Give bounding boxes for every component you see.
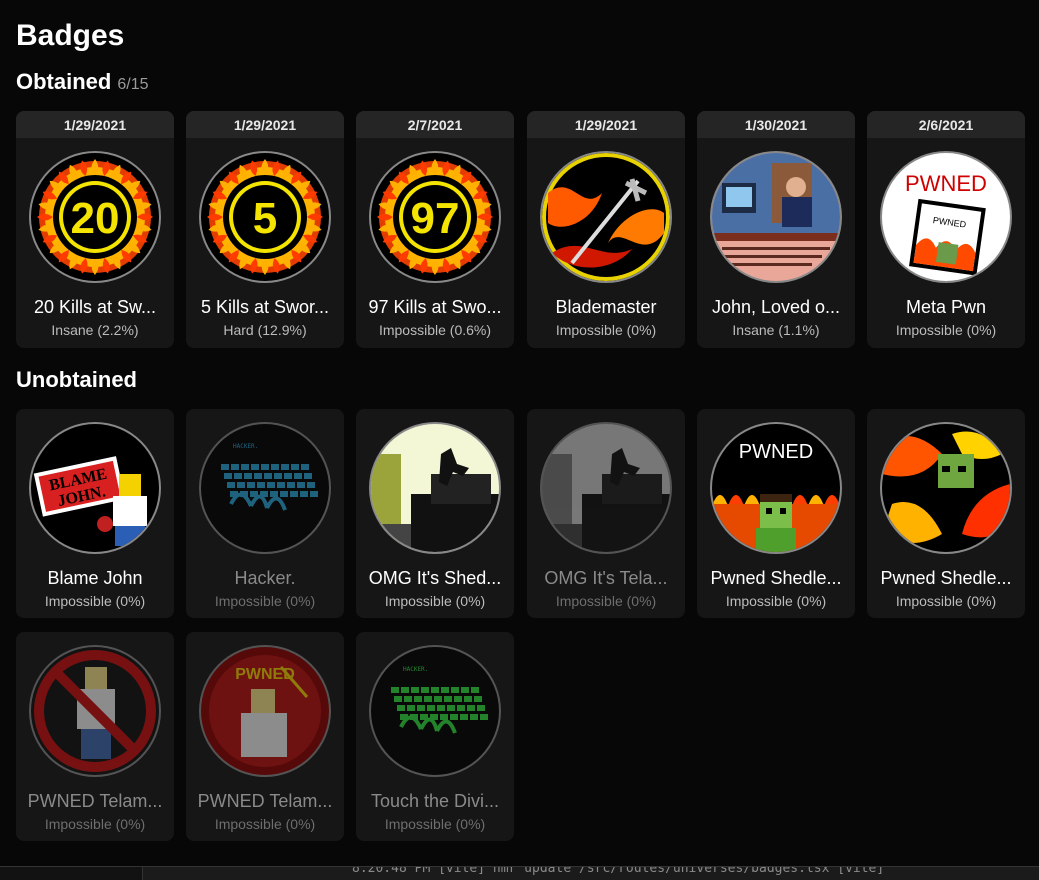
badge-name: Meta Pwn [905,297,987,317]
svg-text:97: 97 [411,194,460,243]
badge-date: 2/6/2021 [867,111,1025,138]
badge-date: 1/30/2021 [697,111,855,138]
badge-name: PWNED Telam... [27,791,163,811]
svg-text:PWNED: PWNED [905,171,987,196]
svg-text:HACKER.: HACKER. [233,443,258,450]
badge-rarity: Impossible (0%) [895,322,997,338]
badge-card[interactable]: Pwned Shedle... Impossible (0%) [867,409,1025,618]
badge-name: 5 Kills at Swor... [200,297,330,317]
no-chicken-icon [29,645,161,777]
blame-john-icon: BLAME JOHN. [29,422,161,554]
badge-card[interactable]: BLAME JOHN. Blame John Impossible (0%) [16,409,174,618]
badge-name: Pwned Shedle... [880,568,1012,588]
svg-text:HACKER.: HACKER. [403,666,428,673]
badge-name: Blademaster [555,297,657,317]
badge-card[interactable]: 1/29/2021 20 20 Kills at Sw... Insane (2.2… [16,111,174,348]
badge-card[interactable]: HACKER. Touch the Divi... Impossible (0%) [356,632,514,841]
hacker-blue-icon: HACKER. [199,422,331,554]
pwned-red-icon: PWNED [199,645,331,777]
building-jump-icon [369,422,501,554]
badge-card[interactable]: 1/29/2021 5 5 Kills at Swor... Hard (12.9%… [186,111,344,348]
svg-text:5: 5 [253,194,277,243]
badge-card[interactable]: PWNED Pwned Shedle... Impossible (0%) [697,409,855,618]
badge-rarity: Impossible (0%) [214,816,316,832]
badge-rarity: Impossible (0%) [214,593,316,609]
badge-rarity: Impossible (0%) [384,816,486,832]
badge-rarity: Impossible (0%) [384,593,486,609]
badge-name: John, Loved o... [711,297,841,317]
badge-rarity: Insane (2.2%) [51,322,139,338]
badge-rarity: Insane (1.1%) [732,322,820,338]
badge-name: Hacker. [234,568,296,588]
badge-card[interactable]: 2/7/2021 97 97 Kills at Swo... Impossible … [356,111,514,348]
badge-date: 1/29/2021 [16,111,174,138]
badge-rarity: Impossible (0%) [725,593,827,609]
terminal-strip: 8:20:48 PM [vite] hmr update /src/routes… [0,866,1039,880]
trading-card-icon [710,151,842,283]
hacker-green-icon: HACKER. [369,645,501,777]
badge-name: Pwned Shedle... [710,568,842,588]
badge-date: 1/29/2021 [527,111,685,138]
obtained-section-title: Obtained 6/15 [16,68,148,99]
obtained-label: Obtained [16,69,112,94]
badge-name: 20 Kills at Sw... [33,297,157,317]
svg-text:20: 20 [71,194,120,243]
badge-card[interactable]: HACKER. Hacker. Impossible (0%) [186,409,344,618]
terminal-log: 8:20:48 PM [vite] hmr update /src/routes… [352,866,885,876]
badge-card[interactable]: 1/29/2021 Blademaster Impossible (0%) [527,111,685,348]
page-title: Badges [16,19,125,52]
badge-name: 97 Kills at Swo... [368,297,502,317]
fire-ring-20-icon: 20 [29,151,161,283]
terminal-tab[interactable] [0,867,143,880]
badge-rarity: Impossible (0%) [44,816,146,832]
fire-zombie-icon [880,422,1012,554]
badge-name: OMG It's Tela... [544,568,668,588]
meta-pwned-icon: PWNED PWNED [880,151,1012,283]
badge-card[interactable]: OMG It's Shed... Impossible (0%) [356,409,514,618]
obtained-count: 6/15 [117,76,149,93]
badge-name: PWNED Telam... [197,791,333,811]
badge-rarity: Hard (12.9%) [223,322,307,338]
badge-rarity: Impossible (0%) [895,593,997,609]
svg-text:PWNED: PWNED [739,441,813,463]
pwned-zombie-icon: PWNED [710,422,842,554]
badge-card[interactable]: PWNED Telam... Impossible (0%) [16,632,174,841]
fire-ring-5-icon: 5 [199,151,331,283]
unobtained-section-title: Unobtained [16,367,137,392]
badge-rarity: Impossible (0%) [555,322,657,338]
badge-card[interactable]: 1/30/2021 John, Loved o... Insane (1.1%) [697,111,855,348]
badge-date: 2/7/2021 [356,111,514,138]
badge-name: OMG It's Shed... [368,568,502,588]
badge-card[interactable]: PWNED PWNED Telam... Impossible (0%) [186,632,344,841]
badge-card[interactable]: 2/6/2021 PWNED PWNED Meta Pwn Impossible … [867,111,1025,348]
badge-card[interactable]: OMG It's Tela... Impossible (0%) [527,409,685,618]
badge-name: Blame John [47,568,143,588]
badge-rarity: Impossible (0%) [555,593,657,609]
badge-rarity: Impossible (0%) [44,593,146,609]
badge-rarity: Impossible (0.6%) [378,322,492,338]
badge-name: Touch the Divi... [370,791,500,811]
sword-fire-icon [540,151,672,283]
building-jump-gray-icon [540,422,672,554]
badge-date: 1/29/2021 [186,111,344,138]
fire-ring-97-icon: 97 [369,151,501,283]
